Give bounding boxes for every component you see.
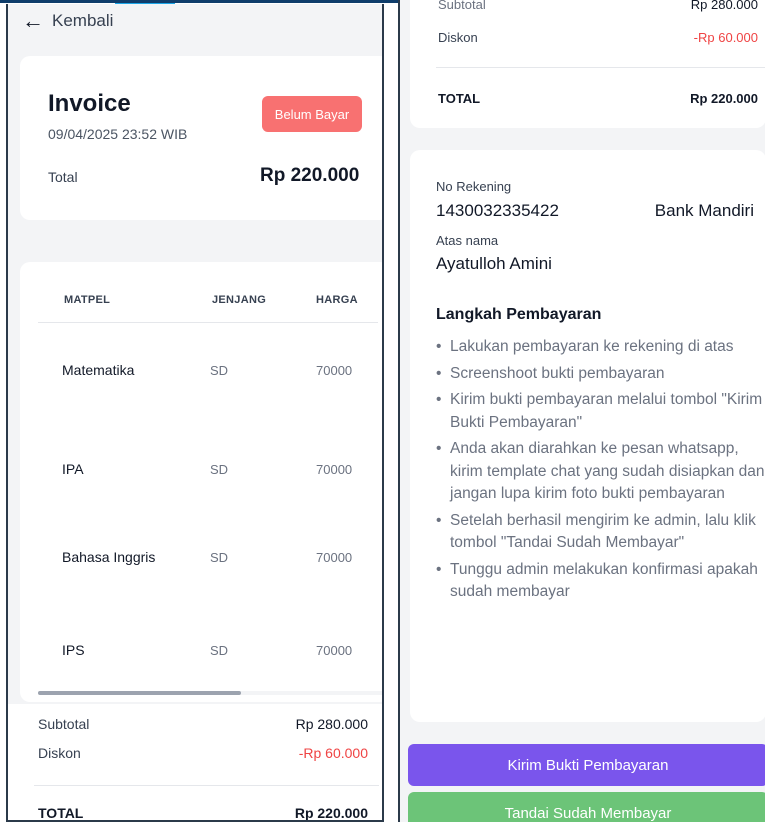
grand-total-label: TOTAL xyxy=(438,91,481,106)
back-button[interactable]: ← Kembali xyxy=(22,10,113,32)
cell-subject: IPA xyxy=(62,461,84,477)
list-item: Screenshoot bukti pembayaran xyxy=(436,363,765,386)
subtotal-label: Subtotal xyxy=(438,0,486,12)
subtotal-value: Rp 280.000 xyxy=(295,716,368,732)
grand-total-value: Rp 220.000 xyxy=(294,805,368,821)
cell-subject: Bahasa Inggris xyxy=(62,549,156,565)
discount-label: Diskon xyxy=(438,30,478,45)
column-header-price: HARGA xyxy=(316,294,358,306)
cell-price: 70000 xyxy=(316,643,353,658)
cell-price: 70000 xyxy=(316,462,353,477)
total-value: Rp 220.000 xyxy=(260,165,360,186)
mark-paid-button[interactable]: Tandai Sudah Membayar xyxy=(408,792,765,822)
account-number-label: No Rekening xyxy=(436,179,512,194)
grand-total-value: Rp 220.000 xyxy=(690,91,758,106)
send-proof-button[interactable]: Kirim Bukti Pembayaran xyxy=(408,744,765,786)
cell-price: 70000 xyxy=(316,550,353,565)
list-item: Tunggu admin melakukan konfirmasi apakah… xyxy=(436,559,765,604)
column-header-level: JENJANG xyxy=(212,294,267,306)
payment-screen-right: Subtotal Rp 280.000 Diskon -Rp 60.000 TO… xyxy=(398,0,765,822)
subtotal-label: Subtotal xyxy=(38,716,90,732)
subjects-table: MATPEL JENJANG HARGA Matematika SD 70000… xyxy=(20,262,382,702)
subtotal-value: Rp 280.000 xyxy=(690,0,758,12)
discount-label: Diskon xyxy=(38,745,81,761)
arrow-left-icon: ← xyxy=(22,8,44,33)
steps-title: Langkah Pembayaran xyxy=(436,306,602,323)
header-divider xyxy=(38,322,378,323)
list-item: Kirim bukti pembayaran melalui tombol "K… xyxy=(436,389,765,434)
account-holder: Ayatulloh Amini xyxy=(436,254,552,273)
list-item: Setelah berhasil mengirim ke admin, lalu… xyxy=(436,510,765,555)
cell-price: 70000 xyxy=(316,363,353,378)
payment-steps-list: Lakukan pembayaran ke rekening di atas S… xyxy=(436,336,765,608)
summary-divider xyxy=(34,785,379,786)
list-item: Anda akan diarahkan ke pesan whatsapp, k… xyxy=(436,438,765,506)
payment-instructions-card: No Rekening 1430032335422 Bank Mandiri A… xyxy=(410,150,765,722)
cell-level: SD xyxy=(210,462,229,477)
summary-divider xyxy=(436,67,765,68)
bank-name: Bank Mandiri xyxy=(654,201,754,220)
cell-subject: Matematika xyxy=(62,362,135,378)
invoice-summary-card: Invoice 09/04/2025 23:52 WIB Belum Bayar… xyxy=(20,56,382,220)
status-badge: Belum Bayar xyxy=(262,96,362,132)
account-holder-label: Atas nama xyxy=(436,233,499,248)
horizontal-scrollbar-thumb[interactable] xyxy=(38,691,241,695)
list-item: Lakukan pembayaran ke rekening di atas xyxy=(436,336,765,359)
total-label: Total xyxy=(48,169,78,185)
column-header-subject: MATPEL xyxy=(64,294,111,306)
back-label: Kembali xyxy=(52,11,114,30)
cell-level: SD xyxy=(210,643,229,658)
invoice-screen-left: ← Kembali Invoice 09/04/2025 23:52 WIB B… xyxy=(6,4,384,822)
discount-value: -Rp 60.000 xyxy=(693,30,758,45)
grand-total-label: TOTAL xyxy=(38,805,84,821)
invoice-date: 09/04/2025 23:52 WIB xyxy=(48,126,188,142)
payment-summary-card: Subtotal Rp 280.000 Diskon -Rp 60.000 TO… xyxy=(410,0,765,128)
account-number: 1430032335422 xyxy=(436,201,559,220)
cell-level: SD xyxy=(210,363,229,378)
cell-level: SD xyxy=(210,550,229,565)
invoice-title: Invoice xyxy=(48,90,131,117)
cell-subject: IPS xyxy=(62,642,85,658)
discount-value: -Rp 60.000 xyxy=(298,745,368,761)
